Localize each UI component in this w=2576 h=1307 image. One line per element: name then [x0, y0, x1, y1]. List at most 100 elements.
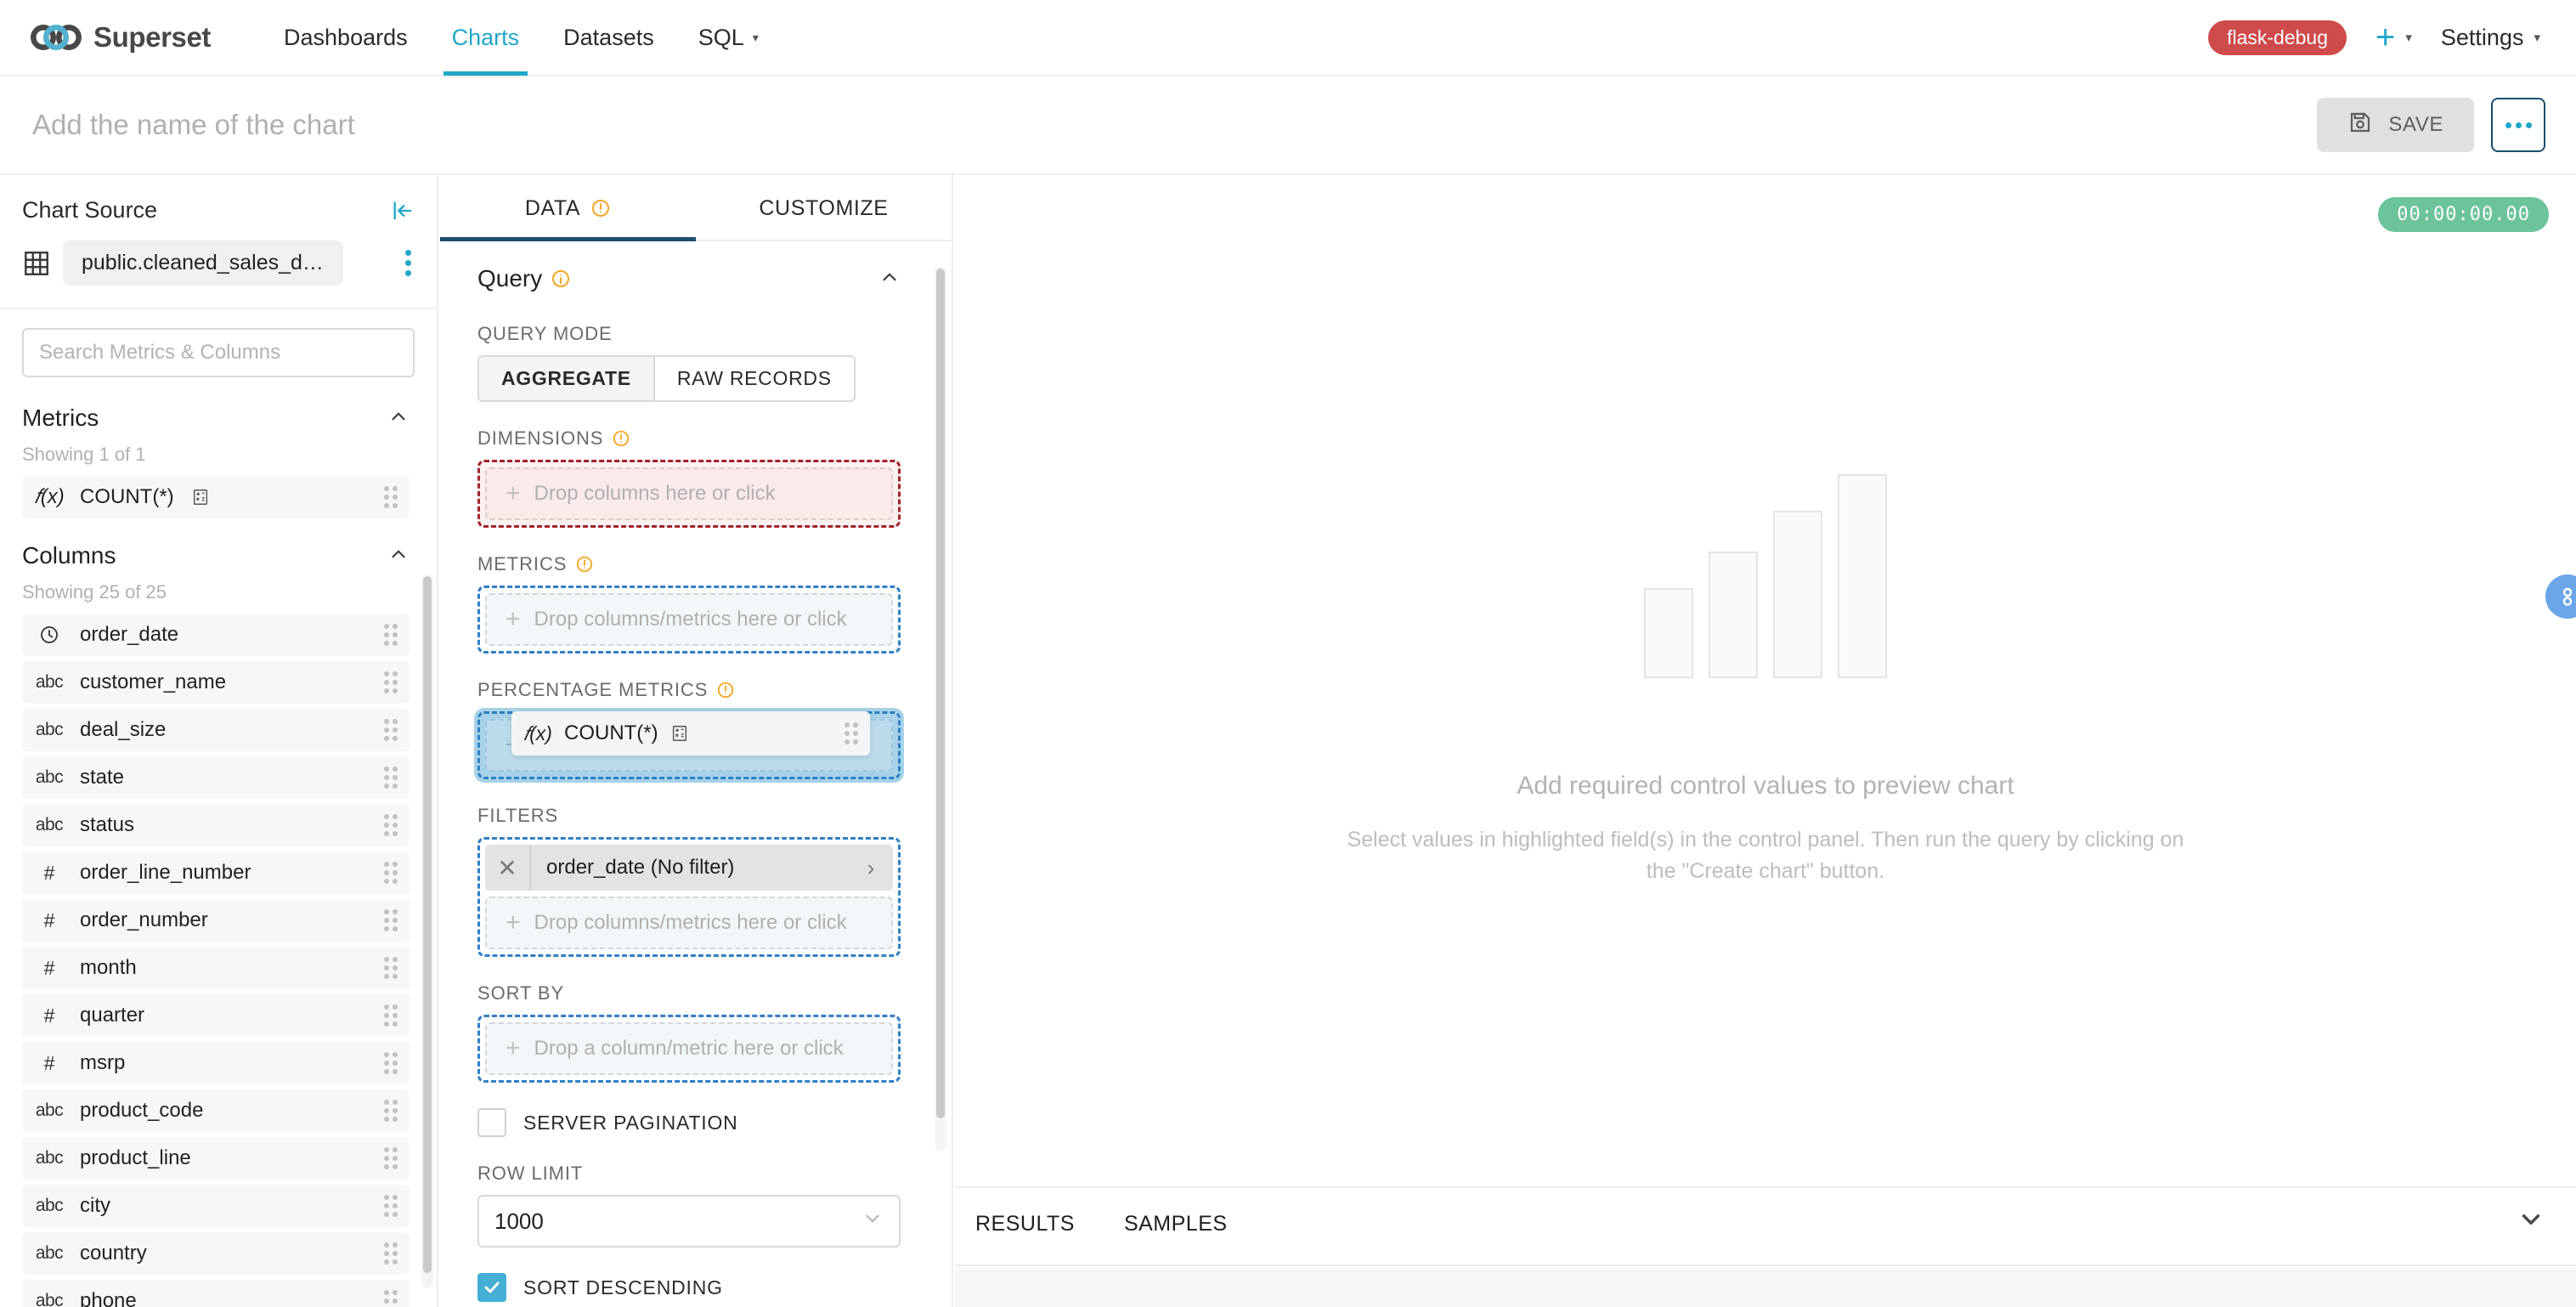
- superset-brand-logo[interactable]: Superset: [31, 18, 211, 57]
- drag-handle-icon[interactable]: [384, 767, 398, 789]
- dragging-metric-chip[interactable]: 𝑓(x) COUNT(*): [511, 711, 870, 755]
- info-circle-icon[interactable]: [551, 269, 571, 289]
- query-section-header[interactable]: Query: [467, 241, 901, 297]
- collapse-panel-icon[interactable]: [391, 199, 415, 223]
- drag-handle-icon[interactable]: [384, 671, 398, 693]
- percentage-metrics-label: PERCENTAGE METRICS: [477, 679, 901, 701]
- drag-handle-icon[interactable]: [384, 1242, 398, 1265]
- column-item-month[interactable]: # month: [22, 947, 410, 989]
- nav-item-charts[interactable]: Charts: [430, 0, 542, 76]
- settings-label: Settings: [2440, 24, 2524, 50]
- sidebar-scrollbar-thumb[interactable]: [423, 576, 432, 1273]
- column-item-customer-name[interactable]: abc customer_name: [22, 661, 410, 704]
- column-item-order-number[interactable]: # order_number: [22, 899, 410, 942]
- filters-dropzone[interactable]: ✕ order_date (No filter) › + Drop column…: [477, 837, 901, 957]
- metrics-dropzone-inner[interactable]: + Drop columns/metrics here or click: [485, 593, 893, 646]
- column-item-phone[interactable]: abc phone: [22, 1280, 410, 1307]
- column-item-quarter[interactable]: # quarter: [22, 994, 410, 1037]
- drag-handle-icon[interactable]: [384, 862, 398, 884]
- columns-section-header[interactable]: Columns: [0, 523, 432, 574]
- column-item-state[interactable]: abc state: [22, 756, 410, 799]
- drag-handle-icon[interactable]: [384, 1052, 398, 1074]
- chevron-right-icon[interactable]: ›: [849, 855, 893, 881]
- plus-icon: +: [506, 1034, 521, 1062]
- drag-handle-icon[interactable]: [384, 909, 398, 931]
- filter-pill-order-date[interactable]: ✕ order_date (No filter) ›: [485, 845, 893, 891]
- sort-descending-checkbox-row[interactable]: SORT DESCENDING: [477, 1273, 901, 1302]
- column-item-order-line-number[interactable]: # order_line_number: [22, 852, 410, 894]
- chevron-up-icon[interactable]: [387, 543, 410, 569]
- drag-handle-icon[interactable]: [384, 1147, 398, 1169]
- drag-handle-icon[interactable]: [384, 486, 398, 508]
- settings-menu-button[interactable]: Settings ▾: [2441, 25, 2540, 51]
- dimensions-dropzone-inner[interactable]: + Drop columns here or click: [485, 467, 893, 520]
- column-name: product_line: [80, 1146, 191, 1169]
- save-button-label: SAVE: [2388, 113, 2443, 136]
- close-x-icon[interactable]: ✕: [485, 845, 531, 891]
- metric-item-count-star[interactable]: 𝑓(x) COUNT(*): [22, 476, 410, 518]
- server-pagination-checkbox[interactable]: [477, 1108, 506, 1137]
- query-mode-option-raw-records[interactable]: RAW RECORDS: [654, 357, 854, 400]
- sort-descending-checkbox[interactable]: [477, 1273, 506, 1302]
- chevron-up-icon[interactable]: [878, 266, 901, 292]
- tab-data[interactable]: DATA: [440, 175, 696, 241]
- drag-handle-icon[interactable]: [384, 719, 398, 741]
- column-item-product-line[interactable]: abc product_line: [22, 1137, 410, 1180]
- dataset-name-chip[interactable]: public.cleaned_sales_data: [63, 240, 343, 286]
- drag-handle-icon[interactable]: [384, 624, 398, 646]
- tab-samples[interactable]: SAMPLES: [1124, 1212, 1228, 1236]
- drag-handle-icon[interactable]: [384, 1195, 398, 1217]
- sort-by-dropzone-inner[interactable]: + Drop a column/metric here or click: [485, 1022, 893, 1075]
- nav-item-sql[interactable]: SQL ▾: [676, 0, 781, 76]
- drag-handle-icon[interactable]: [384, 1004, 398, 1027]
- filters-dropzone-inner[interactable]: + Drop columns/metrics here or click: [485, 897, 893, 949]
- query-mode-option-aggregate[interactable]: AGGREGATE: [479, 357, 655, 400]
- drag-handle-icon[interactable]: [845, 722, 858, 744]
- calculator-icon: [191, 488, 210, 506]
- control-panel-scrollbar[interactable]: [935, 267, 946, 1151]
- column-item-city[interactable]: abc city: [22, 1185, 410, 1227]
- chevron-down-icon: ▾: [2405, 31, 2412, 45]
- control-panel-tabs: DATA CUSTOMIZE: [440, 175, 952, 241]
- tab-label: DATA: [524, 195, 581, 220]
- metrics-label-text: METRICS: [477, 553, 568, 574]
- nav-item-datasets[interactable]: Datasets: [541, 0, 676, 76]
- control-panel-scrollbar-thumb[interactable]: [936, 269, 945, 1118]
- column-item-country[interactable]: abc country: [22, 1232, 410, 1275]
- column-item-msrp[interactable]: # msrp: [22, 1042, 410, 1084]
- add-new-button[interactable]: + ▾: [2375, 20, 2412, 54]
- chevron-up-icon[interactable]: [387, 405, 410, 432]
- tab-customize[interactable]: CUSTOMIZE: [696, 175, 952, 241]
- drag-handle-icon[interactable]: [384, 1290, 398, 1307]
- column-item-product-code[interactable]: abc product_code: [22, 1089, 410, 1132]
- more-options-button[interactable]: [2491, 98, 2545, 152]
- dimensions-dropzone[interactable]: + Drop columns here or click: [477, 460, 901, 528]
- chart-title-input[interactable]: Add the name of the chart: [25, 104, 362, 146]
- server-pagination-checkbox-row[interactable]: SERVER PAGINATION: [477, 1108, 901, 1137]
- save-button[interactable]: SAVE: [2317, 98, 2474, 152]
- tab-results[interactable]: RESULTS: [975, 1212, 1075, 1236]
- drag-handle-icon[interactable]: [384, 1100, 398, 1122]
- metrics-dropzone[interactable]: + Drop columns/metrics here or click: [477, 586, 901, 654]
- kebab-dot: [405, 260, 411, 266]
- sort-by-dropzone[interactable]: + Drop a column/metric here or click: [477, 1015, 901, 1083]
- function-fx-icon: 𝑓(x): [523, 721, 552, 744]
- results-footer-strip: [955, 1268, 2576, 1307]
- results-collapse-chevron-down-icon[interactable]: [2517, 1205, 2545, 1238]
- control-panel-body[interactable]: Query QUERY MODE AGGREGATE RAW RECORDS D…: [440, 241, 952, 1307]
- drag-handle-icon[interactable]: [384, 957, 398, 979]
- column-item-order-date[interactable]: order_date: [22, 614, 410, 656]
- flask-debug-badge[interactable]: flask-debug: [2208, 20, 2347, 55]
- column-item-deal-size[interactable]: abc deal_size: [22, 709, 410, 751]
- drag-handle-icon[interactable]: [384, 814, 398, 836]
- column-item-status[interactable]: abc status: [22, 804, 410, 846]
- metrics-section-header[interactable]: Metrics: [0, 386, 432, 437]
- metrics-columns-scroll-area[interactable]: Metrics Showing 1 of 1 𝑓(x) COUNT(*) Col…: [0, 386, 437, 1307]
- hash-icon: #: [43, 1051, 55, 1074]
- sidebar-scrollbar[interactable]: [421, 574, 433, 1288]
- abc-icon: abc: [35, 1291, 64, 1307]
- dataset-kebab-menu-icon[interactable]: [398, 245, 418, 281]
- nav-item-dashboards[interactable]: Dashboards: [262, 0, 430, 76]
- search-metrics-columns-input[interactable]: [22, 328, 415, 377]
- row-limit-select[interactable]: 1000: [477, 1195, 901, 1248]
